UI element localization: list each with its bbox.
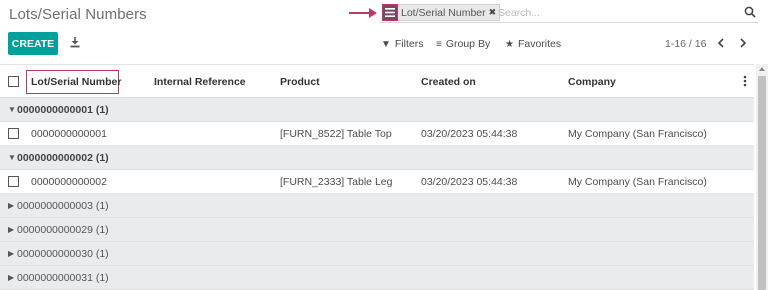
caret-right-icon: ▶	[8, 201, 15, 210]
group-row[interactable]: ▶ 0000000000029 (1)	[0, 218, 754, 242]
column-header-internal-reference[interactable]: Internal Reference	[154, 76, 246, 88]
column-header-lot[interactable]: Lot/Serial Number	[31, 76, 121, 88]
cell-created-on: 03/20/2023 05:44:38	[421, 128, 518, 140]
filters-label: Filters	[394, 38, 424, 50]
group-label: 0000000000003 (1)	[17, 200, 109, 212]
cell-product: [FURN_8522] Table Top	[280, 128, 392, 140]
search-input[interactable]	[498, 5, 728, 20]
search-icon[interactable]	[744, 6, 756, 18]
column-header-product[interactable]: Product	[280, 76, 320, 88]
caret-down-icon: ▼	[8, 105, 16, 114]
favorites-button[interactable]: ★ Favorites	[505, 38, 561, 50]
filter-icon: ▼	[381, 38, 391, 50]
cell-lot: 0000000000002	[31, 176, 107, 188]
group-row[interactable]: ▶ 0000000000030 (1)	[0, 242, 754, 266]
groupby-button[interactable]: ≡ Group By	[436, 38, 490, 50]
cell-company: My Company (San Francisco)	[568, 176, 707, 188]
arrow-annotation-icon	[349, 8, 377, 18]
cell-product: [FURN_2333] Table Leg	[280, 176, 393, 188]
group-label: 0000000000030 (1)	[17, 248, 109, 260]
table-row[interactable]: 0000000000001 [FURN_8522] Table Top 03/2…	[0, 122, 754, 146]
cell-created-on: 03/20/2023 05:44:38	[421, 176, 518, 188]
group-row[interactable]: ▼ 0000000000002 (1)	[0, 146, 754, 170]
chevron-right-icon[interactable]	[738, 37, 748, 49]
table-header: Lot/Serial Number Internal Reference Pro…	[0, 64, 754, 98]
groupby-label: Group By	[445, 38, 491, 50]
vertical-scrollbar[interactable]	[756, 64, 768, 290]
star-icon: ★	[505, 38, 514, 50]
filters-button[interactable]: ▼ Filters	[381, 38, 424, 50]
cell-company: My Company (San Francisco)	[568, 128, 707, 140]
group-label: 0000000000001 (1)	[17, 104, 109, 116]
lots-table: Lot/Serial Number Internal Reference Pro…	[0, 64, 754, 290]
table-row[interactable]: 0000000000002 [FURN_2333] Table Leg 03/2…	[0, 170, 754, 194]
favorites-label: Favorites	[517, 38, 562, 50]
row-checkbox[interactable]	[8, 176, 19, 187]
search-facet[interactable]: Lot/Serial Number ✖	[382, 4, 501, 21]
caret-down-icon: ▼	[8, 153, 16, 162]
group-row[interactable]: ▶ 0000000000003 (1)	[0, 194, 754, 218]
group-row[interactable]: ▶ 0000000000031 (1)	[0, 266, 754, 290]
scrollbar-thumb[interactable]	[758, 76, 766, 290]
cell-lot: 0000000000001	[31, 128, 107, 140]
column-header-created-on[interactable]: Created on	[421, 76, 476, 88]
row-checkbox[interactable]	[8, 128, 19, 139]
pager-value[interactable]: 1-16 / 16	[665, 38, 706, 50]
column-header-company[interactable]: Company	[568, 76, 616, 88]
caret-right-icon: ▶	[8, 273, 15, 282]
create-button[interactable]: CREATE	[8, 32, 58, 55]
group-row[interactable]: ▼ 0000000000001 (1)	[0, 98, 754, 122]
group-label: 0000000000002 (1)	[17, 152, 109, 164]
facet-label: Lot/Serial Number	[401, 6, 486, 19]
group-label: 0000000000029 (1)	[17, 224, 109, 236]
select-all-checkbox[interactable]	[8, 76, 19, 87]
caret-right-icon: ▶	[8, 225, 15, 234]
group-by-icon: ≡	[436, 38, 442, 50]
search-bar: Lot/Serial Number ✖	[380, 3, 758, 23]
chevron-left-icon[interactable]	[716, 37, 726, 49]
group-label: 0000000000031 (1)	[17, 272, 109, 284]
caret-right-icon: ▶	[8, 249, 15, 258]
column-options-icon[interactable]	[743, 75, 747, 87]
group-by-icon	[382, 4, 398, 21]
page-title: Lots/Serial Numbers	[9, 6, 147, 23]
scroll-up-icon[interactable]	[759, 67, 765, 71]
download-icon[interactable]	[70, 37, 80, 48]
